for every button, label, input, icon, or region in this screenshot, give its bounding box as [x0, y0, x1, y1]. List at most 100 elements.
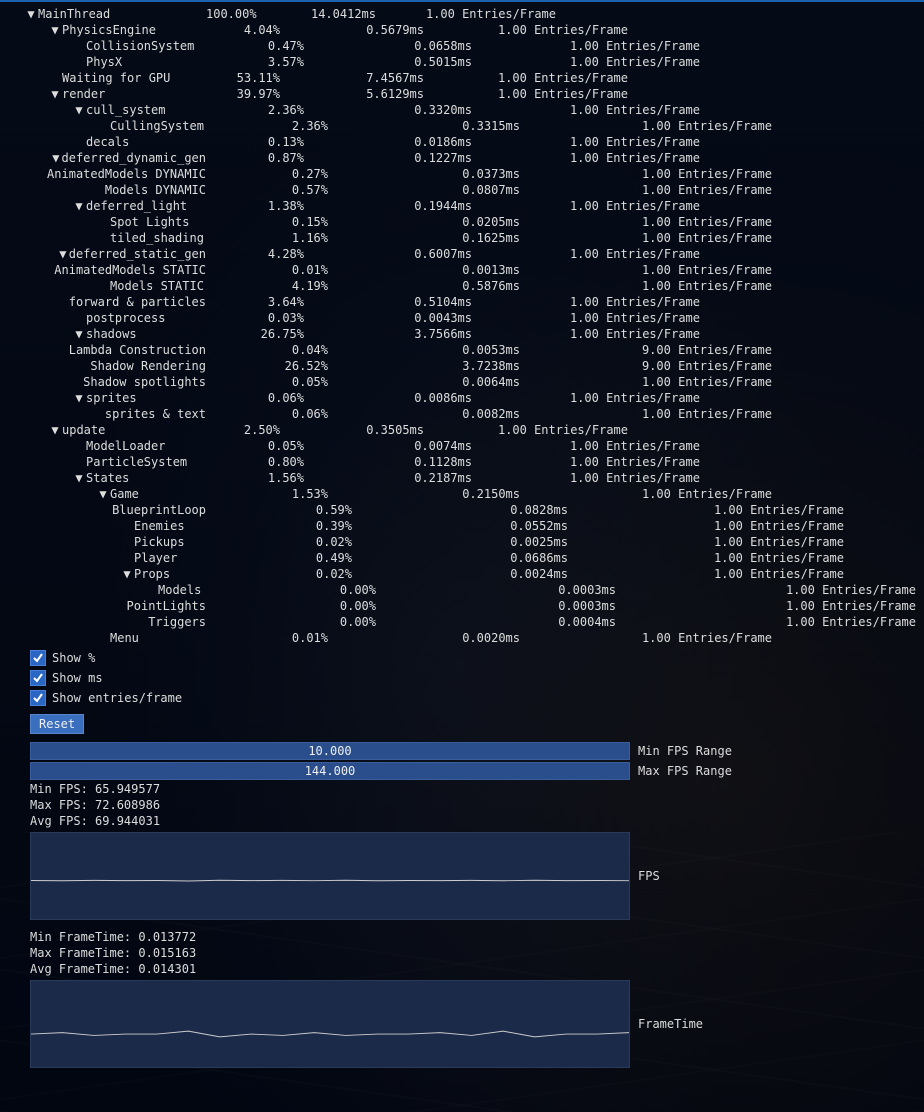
profiler-row-label: Shadow spotlights: [83, 374, 206, 390]
expand-arrow-icon: [74, 438, 84, 454]
profiler-row-entries: 1.00 Entries/Frame: [626, 598, 916, 614]
expand-arrow-icon[interactable]: ▼: [59, 246, 67, 262]
profiler-row-label: States: [86, 470, 129, 486]
min-fps-range-slider[interactable]: 10.000: [30, 742, 630, 760]
profiler-row-pct: 1.38%: [206, 198, 314, 214]
profiler-row-entries: 1.00 Entries/Frame: [530, 374, 772, 390]
show-ent-checkbox[interactable]: Show entries/frame: [30, 690, 918, 706]
profiler-row-pct: 0.02%: [206, 534, 362, 550]
profiler-row-label: BlueprintLoop: [112, 502, 206, 518]
profiler-row-label: forward & particles: [69, 294, 206, 310]
profiler-row[interactable]: ▼cull_system2.36%0.3320ms1.00 Entries/Fr…: [6, 102, 918, 118]
profiler-row-label: sprites: [86, 390, 137, 406]
profiler-row: ModelLoader0.05%0.0074ms1.00 Entries/Fra…: [6, 438, 918, 454]
reset-button[interactable]: Reset: [30, 714, 84, 734]
profiler-row-entries: 1.00 Entries/Frame: [482, 134, 700, 150]
profiler-row-ms: 0.0003ms: [386, 598, 626, 614]
profiler-row-entries: 1.00 Entries/Frame: [482, 390, 700, 406]
profiler-tree: ▼MainThread100.00%14.0412ms1.00 Entries/…: [6, 6, 918, 646]
profiler-row[interactable]: ▼sprites0.06%0.0086ms1.00 Entries/Frame: [6, 390, 918, 406]
expand-arrow-icon[interactable]: ▼: [74, 390, 84, 406]
expand-arrow-icon[interactable]: ▼: [26, 6, 36, 22]
expand-arrow-icon[interactable]: ▼: [122, 566, 132, 582]
expand-arrow-icon[interactable]: ▼: [50, 86, 60, 102]
profiler-row: Models0.00%0.0003ms1.00 Entries/Frame: [6, 582, 918, 598]
profiler-row[interactable]: ▼update2.50%0.3505ms1.00 Entries/Frame: [6, 422, 918, 438]
profiler-row[interactable]: ▼deferred_static_gen4.28%0.6007ms1.00 En…: [6, 246, 918, 262]
profiler-row[interactable]: ▼States1.56%0.2187ms1.00 Entries/Frame: [6, 470, 918, 486]
profiler-row-pct: 4.19%: [206, 278, 338, 294]
expand-arrow-icon[interactable]: ▼: [98, 486, 108, 502]
max-fps-stat: Max FPS: 72.608986: [6, 798, 918, 812]
profiler-row-pct: 1.16%: [206, 230, 338, 246]
profiler-row-entries: 1.00 Entries/Frame: [434, 70, 628, 86]
profiler-row-entries: 1.00 Entries/Frame: [482, 310, 700, 326]
profiler-row: Shadow spotlights0.05%0.0064ms1.00 Entri…: [6, 374, 918, 390]
profiler-row[interactable]: ▼deferred_dynamic_gen0.87%0.1227ms1.00 E…: [6, 150, 918, 166]
profiler-row-entries: 1.00 Entries/Frame: [482, 326, 700, 342]
checkmark-icon: [30, 650, 46, 666]
profiler-row: postprocess0.03%0.0043ms1.00 Entries/Fra…: [6, 310, 918, 326]
expand-arrow-icon[interactable]: ▼: [50, 422, 60, 438]
show-pct-checkbox[interactable]: Show %: [30, 650, 918, 666]
profiler-row-ms: 0.0807ms: [338, 182, 530, 198]
profiler-row-label: Enemies: [134, 518, 185, 534]
profiler-row: AnimatedModels STATIC0.01%0.0013ms1.00 E…: [6, 262, 918, 278]
profiler-row[interactable]: ▼Game1.53%0.2150ms1.00 Entries/Frame: [6, 486, 918, 502]
expand-arrow-icon[interactable]: ▼: [50, 22, 60, 38]
profiler-row-label: Menu: [110, 630, 139, 646]
profiler-row-ms: 0.0004ms: [386, 614, 626, 630]
max-fps-range-slider[interactable]: 144.000: [30, 762, 630, 780]
profiler-row-label: AnimatedModels STATIC: [54, 262, 206, 278]
profiler-row-pct: 0.57%: [206, 182, 338, 198]
profiler-row-entries: 1.00 Entries/Frame: [530, 486, 772, 502]
profiler-row-label: Models STATIC: [110, 278, 204, 294]
show-ms-checkbox[interactable]: Show ms: [30, 670, 918, 686]
expand-arrow-icon: [98, 230, 108, 246]
profiler-row-ms: 0.0053ms: [338, 342, 530, 358]
profiler-row-ms: 0.0658ms: [314, 38, 482, 54]
expand-arrow-icon[interactable]: ▼: [52, 150, 59, 166]
profiler-row-pct: 39.97%: [206, 86, 290, 102]
expand-arrow-icon[interactable]: ▼: [74, 470, 84, 486]
profiler-row[interactable]: ▼MainThread100.00%14.0412ms1.00 Entries/…: [6, 6, 918, 22]
checkmark-icon: [30, 690, 46, 706]
profiler-row: AnimatedModels DYNAMIC0.27%0.0373ms1.00 …: [6, 166, 918, 182]
expand-arrow-icon[interactable]: ▼: [74, 326, 84, 342]
profiler-row: decals0.13%0.0186ms1.00 Entries/Frame: [6, 134, 918, 150]
profiler-row-ms: 0.5679ms: [290, 22, 434, 38]
profiler-row-ms: 0.0186ms: [314, 134, 482, 150]
profiler-row[interactable]: ▼Props0.02%0.0024ms1.00 Entries/Frame: [6, 566, 918, 582]
frametime-graph-label: FrameTime: [638, 1017, 703, 1031]
expand-arrow-icon: [93, 182, 103, 198]
profiler-row: CullingSystem2.36%0.3315ms1.00 Entries/F…: [6, 118, 918, 134]
profiler-row-ms: 0.1128ms: [314, 454, 482, 470]
max-ft-stat: Max FrameTime: 0.015163: [6, 946, 918, 960]
profiler-row[interactable]: ▼deferred_light1.38%0.1944ms1.00 Entries…: [6, 198, 918, 214]
profiler-row[interactable]: ▼shadows26.75%3.7566ms1.00 Entries/Frame: [6, 326, 918, 342]
profiler-row-pct: 0.49%: [206, 550, 362, 566]
profiler-row[interactable]: ▼render39.97%5.6129ms1.00 Entries/Frame: [6, 86, 918, 102]
profiler-row-label: CullingSystem: [110, 118, 204, 134]
profiler-row: CollisionSystem0.47%0.0658ms1.00 Entries…: [6, 38, 918, 54]
profiler-row-ms: 0.5104ms: [314, 294, 482, 310]
profiler-row-pct: 0.47%: [206, 38, 314, 54]
profiler-row: Enemies0.39%0.0552ms1.00 Entries/Frame: [6, 518, 918, 534]
profiler-row-ms: 0.0373ms: [338, 166, 530, 182]
profiler-row-pct: 4.04%: [206, 22, 290, 38]
profiler-row[interactable]: ▼PhysicsEngine4.04%0.5679ms1.00 Entries/…: [6, 22, 918, 38]
profiler-row-entries: 1.00 Entries/Frame: [482, 38, 700, 54]
profiler-row-entries: 1.00 Entries/Frame: [626, 614, 916, 630]
profiler-row-ms: 0.0020ms: [338, 630, 530, 646]
expand-arrow-icon[interactable]: ▼: [74, 102, 84, 118]
avg-ft-stat: Avg FrameTime: 0.014301: [6, 962, 918, 976]
profiler-row-pct: 0.05%: [206, 374, 338, 390]
profiler-row-pct: 4.28%: [206, 246, 314, 262]
profiler-row: Lambda Construction0.04%0.0053ms9.00 Ent…: [6, 342, 918, 358]
profiler-row: ParticleSystem0.80%0.1128ms1.00 Entries/…: [6, 454, 918, 470]
profiler-row-entries: 1.00 Entries/Frame: [530, 406, 772, 422]
profiler-row-entries: 1.00 Entries/Frame: [482, 438, 700, 454]
expand-arrow-icon: [146, 582, 156, 598]
expand-arrow-icon: [74, 454, 84, 470]
expand-arrow-icon[interactable]: ▼: [74, 198, 84, 214]
